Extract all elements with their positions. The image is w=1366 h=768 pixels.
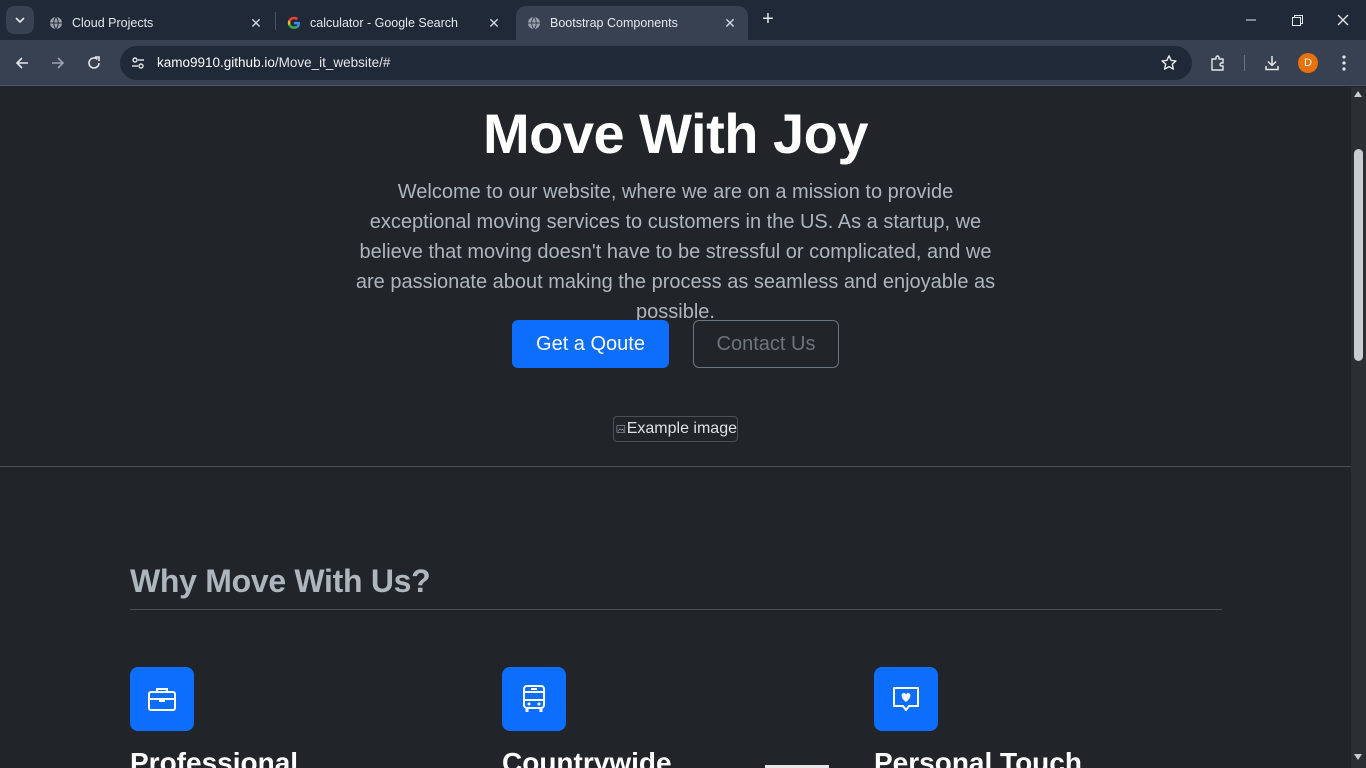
close-icon[interactable]: ✕ (486, 15, 502, 31)
feature-icon-professional (130, 667, 194, 731)
page-viewport: Move With Joy Welcome to our website, wh… (0, 87, 1351, 768)
broken-image-icon (616, 425, 626, 433)
minimize-button[interactable] (1228, 0, 1274, 40)
restore-icon (1291, 14, 1303, 26)
tab-calculator-search[interactable]: calculator - Google Search ✕ (276, 6, 512, 40)
tab-strip: Cloud Projects ✕ calculator - Google Sea… (0, 0, 1366, 40)
scroll-thumb[interactable] (1354, 149, 1363, 361)
menu-button[interactable] (1333, 52, 1355, 74)
contact-us-button[interactable]: Contact Us (693, 320, 839, 368)
scroll-down-arrow[interactable] (1354, 754, 1362, 760)
close-window-button[interactable] (1320, 0, 1366, 40)
forward-button[interactable] (44, 49, 72, 77)
reload-button[interactable] (80, 49, 108, 77)
feature-title-personal-touch: Personal Touch (874, 747, 1082, 768)
toolbar-divider (1244, 55, 1245, 71)
bus-icon (523, 685, 545, 712)
reload-icon (88, 56, 100, 69)
close-icon (1337, 14, 1349, 26)
restore-button[interactable] (1274, 0, 1320, 40)
minimize-icon (1246, 19, 1256, 21)
hero-divider (0, 466, 1351, 467)
new-tab-button[interactable]: + (758, 9, 778, 30)
tune-icon (132, 57, 144, 69)
tab-title: calculator - Google Search (310, 16, 458, 30)
page-scrollbar[interactable] (1351, 87, 1366, 768)
features-heading: Why Move With Us? (130, 563, 431, 599)
back-button[interactable] (8, 49, 36, 77)
download-icon (1265, 56, 1279, 71)
url-path: /Move_it_website/# (274, 55, 391, 70)
globe-icon (48, 15, 64, 31)
hero-image-alt: Example image (626, 420, 737, 437)
url-text[interactable]: kamo9910.github.io/Move_it_website/# (157, 55, 390, 70)
url-host: kamo9910.github.io (157, 55, 275, 70)
feature-title-professional: Professional (130, 747, 299, 768)
arrow-left-icon (15, 57, 28, 69)
briefcase-icon (148, 688, 176, 711)
site-info-button[interactable] (126, 51, 150, 75)
puzzle-icon (1211, 55, 1224, 71)
profile-avatar[interactable]: D (1298, 53, 1318, 73)
features-divider (130, 609, 1222, 610)
chevron-down-icon (15, 17, 25, 24)
heart-chat-icon (893, 687, 919, 711)
tab-title: Bootstrap Components (550, 16, 678, 30)
tab-bootstrap-components[interactable]: Bootstrap Components ✕ (516, 6, 748, 40)
hero-image: Example image (613, 416, 738, 442)
kebab-menu-icon (1342, 55, 1346, 71)
address-bar[interactable]: kamo9910.github.io/Move_it_website/# (120, 46, 1192, 80)
hero-lead: Welcome to our website, where we are on … (355, 181, 996, 323)
tab-title: Cloud Projects (72, 16, 154, 30)
get-quote-button[interactable]: Get a Qoute (512, 320, 669, 368)
tab-cloud-projects[interactable]: Cloud Projects ✕ (38, 6, 274, 40)
close-icon[interactable]: ✕ (248, 15, 264, 31)
google-icon (286, 15, 302, 31)
scroll-up-arrow[interactable] (1354, 91, 1362, 97)
browser-toolbar: kamo9910.github.io/Move_it_website/# (0, 40, 1366, 86)
close-icon[interactable]: ✕ (722, 15, 738, 31)
globe-icon (526, 15, 542, 31)
feature-icon-personal-touch (874, 667, 938, 731)
feature-icon-countrywide (502, 667, 566, 731)
downloads-button[interactable] (1261, 52, 1283, 74)
hero-title: Move With Joy (482, 102, 869, 165)
bookmark-star-icon[interactable] (1160, 54, 1178, 72)
tab-search-button[interactable] (6, 6, 34, 34)
feature-title-countrywide: Countrywide (502, 747, 672, 768)
extensions-button[interactable] (1207, 52, 1229, 74)
arrow-right-icon (52, 57, 65, 69)
